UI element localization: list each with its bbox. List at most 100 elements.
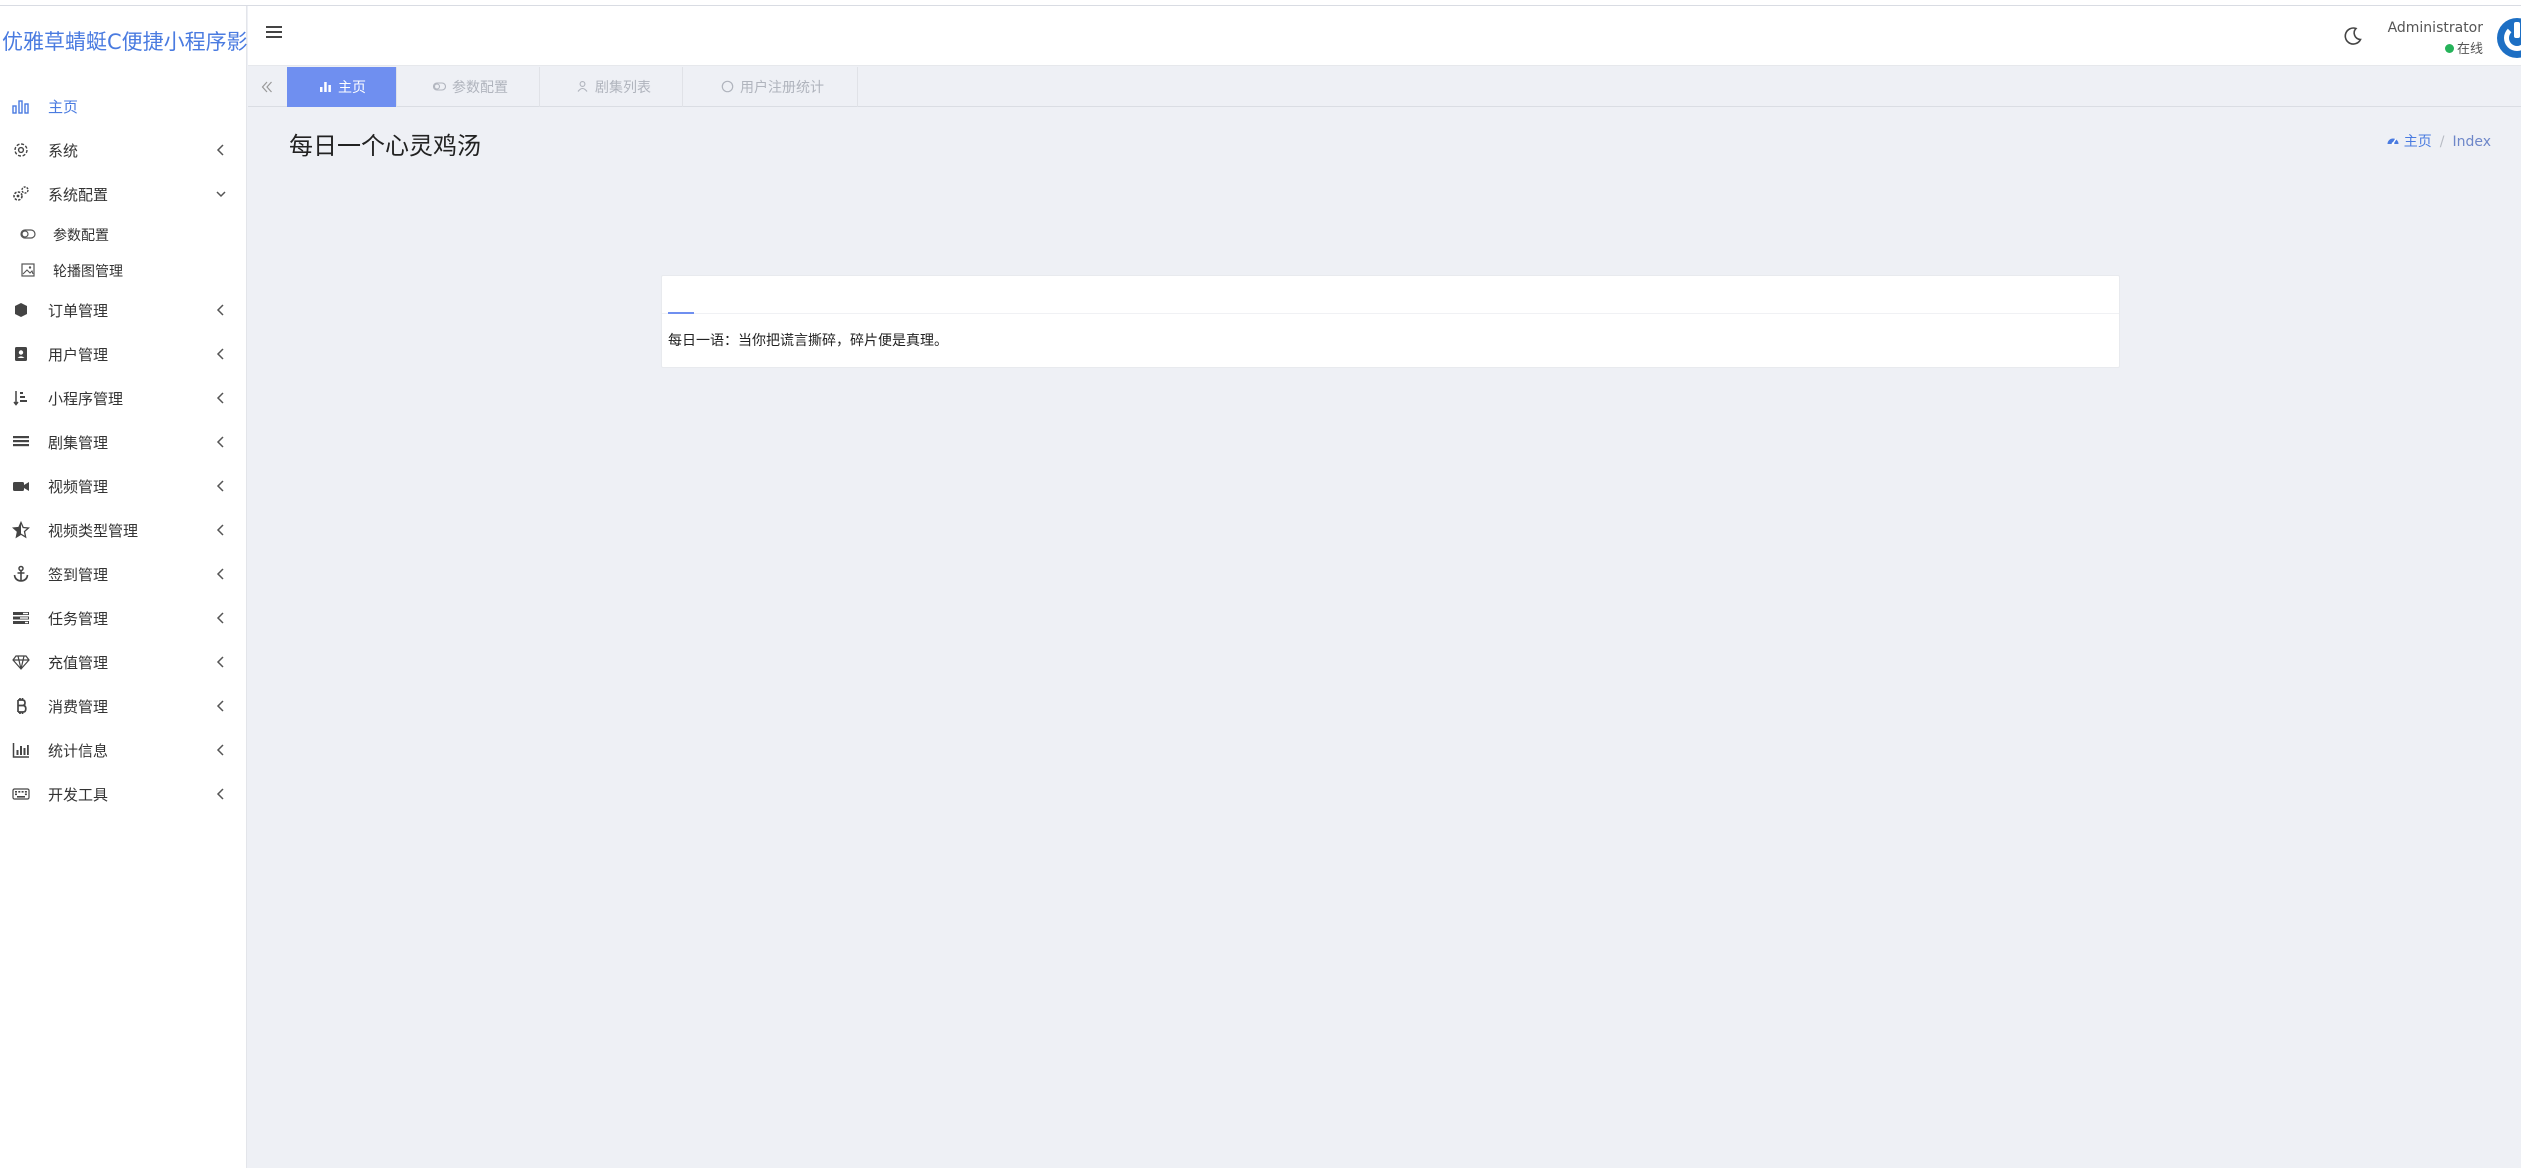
chevron-left-icon bbox=[215, 786, 227, 802]
gears-icon bbox=[12, 185, 30, 203]
breadcrumb: 主页 / Index bbox=[2386, 131, 2491, 151]
tab-label: 参数配置 bbox=[452, 80, 508, 96]
sidebar-subitem-label: 轮播图管理 bbox=[53, 264, 123, 280]
card-header bbox=[662, 276, 2119, 314]
chevron-left-icon bbox=[215, 434, 227, 450]
sidebar-item-label: 订单管理 bbox=[48, 302, 109, 320]
toggle-icon bbox=[20, 226, 36, 242]
sidebar-item-label: 视频类型管理 bbox=[48, 522, 139, 540]
sidebar-item-label: 充值管理 bbox=[48, 654, 109, 672]
sidebar-item-devtools[interactable]: 开发工具 bbox=[0, 772, 247, 816]
sidebar-item-consumption[interactable]: 消费管理 bbox=[0, 684, 247, 728]
chevron-left-icon bbox=[215, 654, 227, 670]
bar-chart-icon bbox=[319, 80, 332, 93]
toggle-icon bbox=[433, 80, 446, 93]
sidebar-item-system-config[interactable]: 系统配置 bbox=[0, 172, 247, 216]
list-icon bbox=[12, 433, 30, 451]
sidebar-item-label: 剧集管理 bbox=[48, 434, 109, 452]
tab-scroll-left-icon[interactable] bbox=[248, 67, 287, 107]
video-camera-icon bbox=[12, 477, 30, 495]
sidebar-item-label: 消费管理 bbox=[48, 698, 109, 716]
address-book-icon bbox=[12, 345, 30, 363]
sidebar-item-label: 小程序管理 bbox=[48, 390, 124, 408]
tab-home[interactable]: 主页 bbox=[287, 67, 397, 107]
daily-quote: 每日一语：当你把谎言撕碎，碎片便是真理。 bbox=[668, 333, 948, 349]
users-icon bbox=[576, 80, 589, 93]
sidebar-item-label: 主页 bbox=[48, 98, 79, 116]
online-dot-icon bbox=[2444, 44, 2454, 53]
sidebar-item-recharge[interactable]: 充值管理 bbox=[0, 640, 247, 684]
chevron-left-icon bbox=[215, 698, 227, 714]
sidebar-item-statistics[interactable]: 统计信息 bbox=[0, 728, 247, 772]
breadcrumb-current: Index bbox=[2452, 134, 2491, 150]
chevron-left-icon bbox=[215, 302, 227, 318]
cube-icon bbox=[12, 301, 30, 319]
diamond-icon bbox=[12, 653, 30, 671]
sidebar-item-label: 签到管理 bbox=[48, 566, 109, 584]
card-header-underline bbox=[668, 312, 694, 314]
circle-icon bbox=[721, 80, 734, 93]
sidebar-item-video-types[interactable]: 视频类型管理 bbox=[0, 508, 247, 552]
hamburger-menu-icon[interactable] bbox=[266, 24, 282, 40]
sidebar-item-system[interactable]: 系统 bbox=[0, 128, 247, 172]
chevron-left-icon bbox=[215, 742, 227, 758]
sidebar-item-users[interactable]: 用户管理 bbox=[0, 332, 247, 376]
sidebar: 优雅草蜻蜓C便捷小程序影视 主页 系统 系统配置 参数配置 轮播图管理 订单管理 bbox=[0, 6, 247, 1168]
user-status-text: 在线 bbox=[2456, 42, 2483, 57]
sidebar-item-orders[interactable]: 订单管理 bbox=[0, 288, 247, 332]
breadcrumb-separator: / bbox=[2439, 134, 2445, 150]
sidebar-item-label: 系统配置 bbox=[48, 186, 109, 204]
sidebar-item-miniprogram[interactable]: 小程序管理 bbox=[0, 376, 247, 420]
bitcoin-icon bbox=[12, 697, 30, 715]
tab-label: 用户注册统计 bbox=[740, 80, 824, 96]
chevron-left-icon bbox=[215, 390, 227, 406]
tab-episode-list[interactable]: 剧集列表 bbox=[540, 67, 683, 107]
image-icon bbox=[20, 262, 36, 278]
tab-bar: 主页 参数配置 剧集列表 用户注册统计 bbox=[248, 67, 2521, 107]
sidebar-item-label: 视频管理 bbox=[48, 478, 109, 496]
sidebar-item-home[interactable]: 主页 bbox=[0, 84, 247, 128]
user-status: 在线 bbox=[2444, 38, 2483, 57]
sidebar-item-label: 用户管理 bbox=[48, 346, 109, 364]
quote-card: 每日一语：当你把谎言撕碎，碎片便是真理。 bbox=[661, 275, 2120, 368]
breadcrumb-home[interactable]: 主页 bbox=[2404, 134, 2432, 150]
sort-list-icon bbox=[12, 389, 30, 407]
sidebar-item-label: 开发工具 bbox=[48, 786, 109, 804]
sidebar-subitem-carousel[interactable]: 轮播图管理 bbox=[0, 252, 247, 288]
brand[interactable]: 优雅草蜻蜓C便捷小程序影视 bbox=[0, 6, 247, 68]
bar-chart-icon bbox=[12, 97, 30, 115]
chevron-left-icon bbox=[215, 346, 227, 362]
sidebar-menu: 主页 系统 系统配置 参数配置 轮播图管理 订单管理 用户管理 小程序管理 剧集… bbox=[0, 84, 247, 816]
star-half-icon bbox=[12, 521, 30, 539]
sidebar-item-videos[interactable]: 视频管理 bbox=[0, 464, 247, 508]
chevron-down-icon bbox=[215, 186, 227, 202]
chevron-left-icon bbox=[215, 142, 227, 158]
sidebar-item-label: 任务管理 bbox=[48, 610, 109, 628]
chevron-left-icon bbox=[215, 522, 227, 538]
dashboard-icon bbox=[2386, 134, 2400, 148]
brand-title: 优雅草蜻蜓C便捷小程序影视 bbox=[2, 30, 247, 54]
gear-icon bbox=[12, 141, 30, 159]
page-title: 每日一个心灵鸡汤 bbox=[289, 132, 481, 160]
sidebar-item-episodes[interactable]: 剧集管理 bbox=[0, 420, 247, 464]
top-header: Administrator 在线 bbox=[248, 6, 2521, 66]
sidebar-subitem-label: 参数配置 bbox=[53, 228, 109, 244]
sidebar-subitem-params[interactable]: 参数配置 bbox=[0, 216, 247, 252]
chevron-left-icon bbox=[215, 566, 227, 582]
chevron-left-icon bbox=[215, 478, 227, 494]
sidebar-item-tasks[interactable]: 任务管理 bbox=[0, 596, 247, 640]
anchor-icon bbox=[12, 565, 30, 583]
sidebar-item-checkin[interactable]: 签到管理 bbox=[0, 552, 247, 596]
tab-label: 剧集列表 bbox=[595, 80, 651, 96]
sidebar-item-label: 系统 bbox=[48, 142, 79, 160]
tab-user-registration-stats[interactable]: 用户注册统计 bbox=[683, 67, 858, 107]
chevron-left-icon bbox=[215, 610, 227, 626]
avatar[interactable] bbox=[2497, 18, 2521, 58]
stats-icon bbox=[12, 741, 30, 759]
keyboard-icon bbox=[12, 785, 30, 803]
tab-params[interactable]: 参数配置 bbox=[397, 67, 540, 107]
dark-mode-moon-icon[interactable] bbox=[2343, 26, 2363, 46]
user-name[interactable]: Administrator bbox=[2388, 20, 2483, 36]
sidebar-item-label: 统计信息 bbox=[48, 742, 109, 760]
tab-label: 主页 bbox=[338, 80, 366, 96]
